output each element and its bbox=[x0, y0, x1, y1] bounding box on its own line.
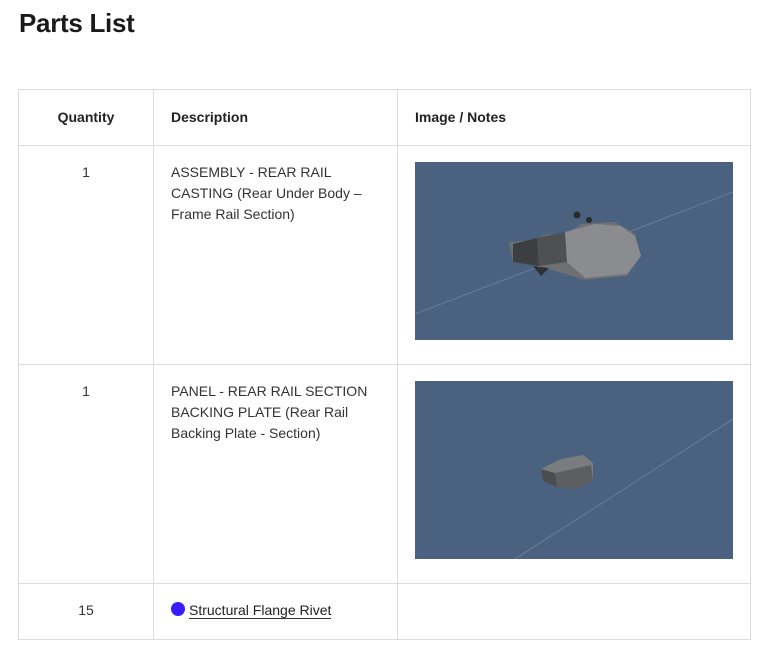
page: Parts List Quantity Description Image / … bbox=[0, 0, 768, 650]
parts-table: Quantity Description Image / Notes 1 ASS… bbox=[18, 89, 751, 640]
structural-flange-rivet-link[interactable]: Structural Flange Rivet bbox=[189, 602, 332, 619]
page-title: Parts List bbox=[19, 8, 135, 38]
image-cell bbox=[397, 145, 751, 365]
backing-plate-render bbox=[415, 381, 733, 559]
image-cell bbox=[397, 583, 751, 640]
quantity-cell: 1 bbox=[18, 364, 154, 584]
description-cell: ASSEMBLY - REAR RAIL CASTING (Rear Under… bbox=[153, 145, 398, 365]
header-quantity: Quantity bbox=[18, 89, 154, 146]
table-row: 1 ASSEMBLY - REAR RAIL CASTING (Rear Und… bbox=[18, 145, 751, 365]
table-row: 15 Structural Flange Rivet bbox=[18, 583, 751, 640]
quantity-cell: 1 bbox=[18, 145, 154, 365]
image-cell bbox=[397, 364, 751, 584]
quantity-cell: 15 bbox=[18, 583, 154, 640]
description-cell: Structural Flange Rivet bbox=[153, 583, 398, 640]
description-cell: PANEL - REAR RAIL SECTION BACKING PLATE … bbox=[153, 364, 398, 584]
header-description: Description bbox=[153, 89, 398, 146]
table-header-row: Quantity Description Image / Notes bbox=[18, 89, 751, 146]
table-row: 1 PANEL - REAR RAIL SECTION BACKING PLAT… bbox=[18, 364, 751, 584]
rear-rail-casting-render bbox=[415, 162, 733, 340]
header-image-notes: Image / Notes bbox=[397, 89, 751, 146]
part-marker-icon bbox=[171, 602, 185, 616]
